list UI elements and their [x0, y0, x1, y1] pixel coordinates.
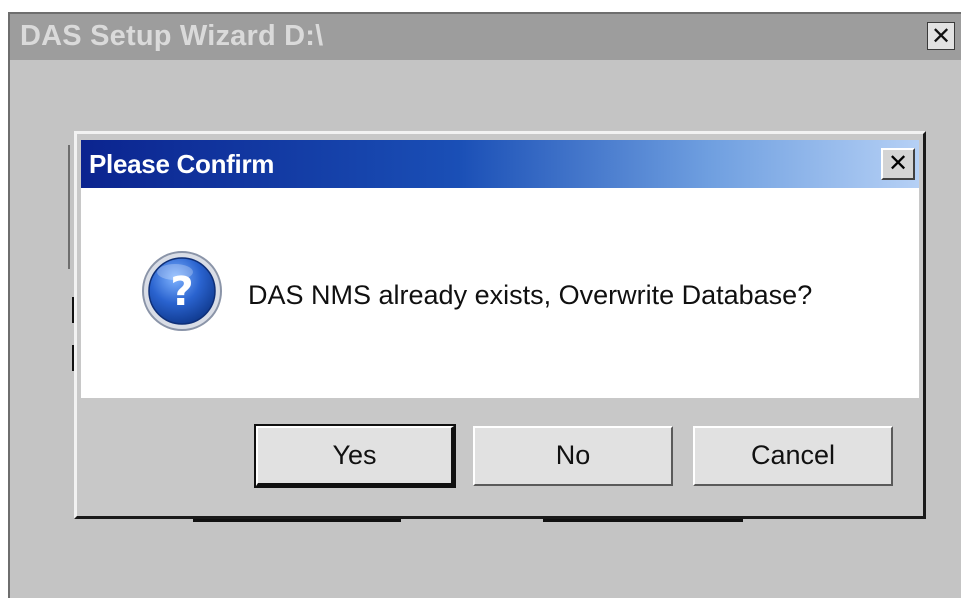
- dialog-close-button[interactable]: ✕: [881, 148, 915, 180]
- yes-button[interactable]: Yes: [254, 424, 456, 488]
- cancel-button[interactable]: Cancel: [693, 426, 893, 486]
- wizard-title: DAS Setup Wizard D:\: [20, 20, 324, 52]
- close-icon: ✕: [887, 149, 909, 177]
- wizard-close-button[interactable]: ✕: [927, 22, 955, 50]
- wizard-control-fragment: [543, 519, 743, 522]
- no-button[interactable]: No: [473, 426, 673, 486]
- wizard-control-fragment: [68, 145, 70, 269]
- confirm-dialog: Please Confirm ✕ ? DAS NMS already exist…: [74, 131, 926, 519]
- question-icon: ?: [142, 251, 222, 331]
- dialog-titlebar[interactable]: Please Confirm ✕: [81, 140, 919, 188]
- dialog-message: DAS NMS already exists, Overwrite Databa…: [248, 280, 813, 310]
- wizard-titlebar[interactable]: DAS Setup Wizard D:\ ✕: [10, 14, 961, 60]
- dialog-body: ? DAS NMS already exists, Overwrite Data…: [81, 188, 919, 398]
- dialog-title: Please Confirm: [89, 149, 275, 179]
- wizard-control-fragment: [193, 519, 401, 522]
- close-icon: ✕: [930, 22, 952, 50]
